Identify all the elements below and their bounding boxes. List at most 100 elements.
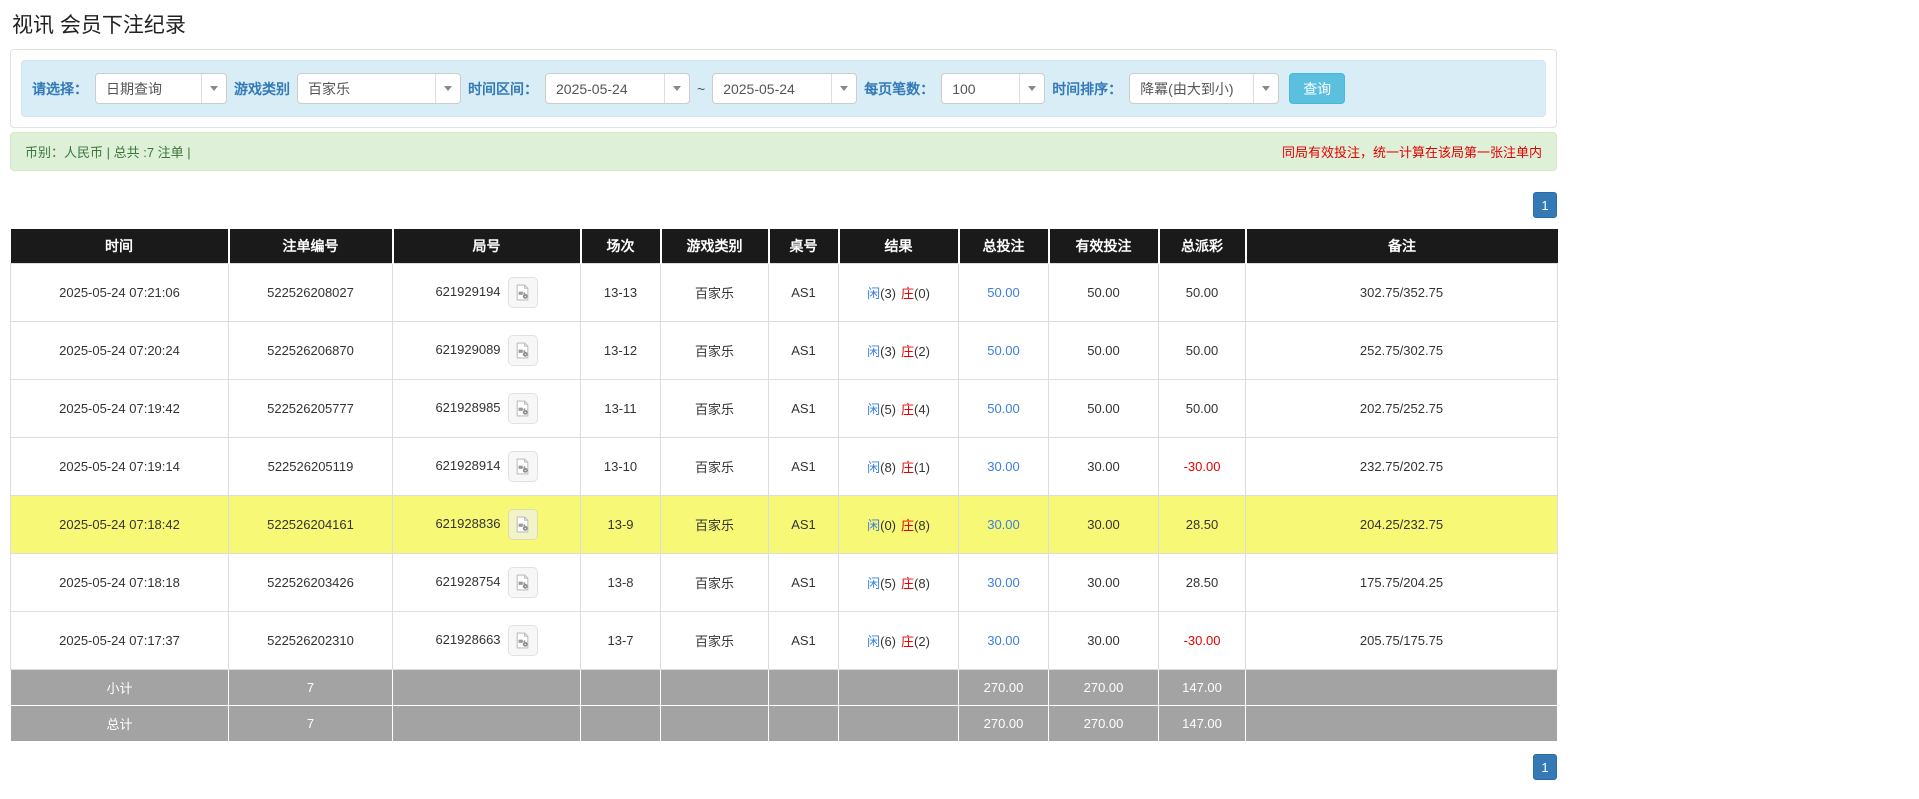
cell-session: 13-13: [580, 263, 661, 322]
search-button[interactable]: 查询: [1289, 73, 1346, 104]
time-sort-select[interactable]: 降冪(由大到小): [1129, 73, 1280, 104]
cell-valid-bet: 50.00: [1048, 321, 1159, 380]
game-type-select[interactable]: 百家乐: [297, 73, 461, 104]
cell-session: 13-7: [580, 611, 661, 670]
grand-total-total-bet: 270.00: [958, 705, 1049, 742]
table-row: 2025-05-24 07:19:42 522526205777 6219289…: [10, 379, 1558, 438]
subtotal-row: 小计 7 270.00 270.00 147.00: [10, 669, 1558, 706]
date-from-select[interactable]: 2025-05-24: [545, 73, 690, 104]
cell-total-bet[interactable]: 30.00: [958, 611, 1049, 670]
cell-payout: -30.00: [1158, 611, 1246, 670]
col-header-total-bet: 总投注: [958, 229, 1050, 264]
result-player-count: (5): [880, 402, 896, 417]
result-player-label: 闲: [867, 576, 881, 591]
cell-game: 百家乐: [660, 437, 769, 496]
table-row: 2025-05-24 07:18:42 522526204161 6219288…: [10, 495, 1558, 554]
result-player-count: (5): [880, 576, 896, 591]
cell-time: 2025-05-24 07:20:24: [10, 321, 229, 380]
cell-round-no: 621928663: [392, 611, 581, 670]
result-banker-count: (4): [914, 402, 930, 417]
cell-remark: 232.75/202.75: [1245, 437, 1558, 496]
cell-result: 闲(5) 庄(8): [838, 553, 959, 612]
cell-time: 2025-05-24 07:18:18: [10, 553, 229, 612]
grand-total-label: 总计: [10, 705, 229, 742]
video-replay-icon[interactable]: [507, 625, 538, 656]
pagination-bottom: 1: [10, 754, 1557, 780]
cell-valid-bet: 30.00: [1048, 437, 1159, 496]
video-replay-icon[interactable]: [507, 277, 538, 308]
cell-total-bet[interactable]: 30.00: [958, 495, 1049, 554]
round-no-text: 621928985: [435, 399, 501, 415]
cell-bet-no: 522526205777: [228, 379, 393, 438]
result-player-count: (3): [880, 344, 896, 359]
result-banker-count: (2): [914, 344, 930, 359]
col-header-session: 场次: [580, 229, 662, 264]
page-1-button[interactable]: 1: [1533, 192, 1557, 218]
page-size-select[interactable]: 100: [941, 73, 1046, 104]
video-replay-icon[interactable]: [507, 509, 538, 540]
round-no-text: 621928836: [435, 515, 501, 531]
result-banker-count: (2): [914, 634, 930, 649]
cell-table-no: AS1: [768, 321, 839, 380]
cell-time: 2025-05-24 07:17:37: [10, 611, 229, 670]
cell-round-no: 621929089: [392, 321, 581, 380]
cell-bet-no: 522526205119: [228, 437, 393, 496]
col-header-bet-no: 注单编号: [228, 229, 394, 264]
chevron-down-icon: [201, 74, 226, 103]
date-from-value: 2025-05-24: [556, 80, 628, 97]
cell-table-no: AS1: [768, 379, 839, 438]
chevron-down-icon: [1253, 74, 1278, 103]
subtotal-total-bet: 270.00: [958, 669, 1049, 706]
cell-result: 闲(5) 庄(4): [838, 379, 959, 438]
note-text: 同局有效投注，统一计算在该局第一张注单内: [1281, 145, 1542, 160]
cell-remark: 202.75/252.75: [1245, 379, 1558, 438]
date-to-select[interactable]: 2025-05-24: [712, 73, 858, 104]
grand-total-row: 总计 7 270.00 270.00 147.00: [10, 705, 1558, 742]
table-row: 2025-05-24 07:17:37 522526202310 6219286…: [10, 611, 1558, 670]
result-player-label: 闲: [867, 518, 881, 533]
cell-session: 13-11: [580, 379, 661, 438]
chevron-down-icon: [664, 74, 689, 103]
cell-total-bet[interactable]: 30.00: [958, 437, 1049, 496]
cell-game: 百家乐: [660, 611, 769, 670]
cell-time: 2025-05-24 07:19:42: [10, 379, 229, 438]
time-range-label: 时间区间：: [468, 80, 538, 97]
table-row: 2025-05-24 07:21:06 522526208027 6219291…: [10, 263, 1558, 322]
cell-remark: 205.75/175.75: [1245, 611, 1558, 670]
result-player-label: 闲: [867, 402, 881, 417]
result-banker-count: (1): [914, 460, 930, 475]
cell-total-bet[interactable]: 30.00: [958, 553, 1049, 612]
cell-time: 2025-05-24 07:18:42: [10, 495, 229, 554]
currency-summary-text: 币别：人民币 | 总共 :7 注单 |: [25, 145, 191, 160]
result-player-label: 闲: [867, 460, 881, 475]
game-type-value: 百家乐: [308, 80, 350, 97]
result-banker-count: (8): [914, 518, 930, 533]
page-title: 视讯 会员下注纪录: [12, 14, 186, 37]
cell-total-bet[interactable]: 50.00: [958, 263, 1049, 322]
cell-game: 百家乐: [660, 263, 769, 322]
result-player-label: 闲: [867, 634, 881, 649]
cell-session: 13-12: [580, 321, 661, 380]
result-banker-label: 庄: [901, 402, 915, 417]
cell-bet-no: 522526208027: [228, 263, 393, 322]
page-size-label: 每页笔数：: [864, 80, 935, 97]
cell-session: 13-9: [580, 495, 661, 554]
filter-panel: 请选择： 日期查询 游戏类别 百家乐 时间区间： 2025-05-24 ~ 20…: [10, 49, 1557, 128]
result-banker-count: (8): [914, 576, 930, 591]
video-replay-icon[interactable]: [507, 567, 538, 598]
video-replay-icon[interactable]: [507, 451, 538, 482]
video-replay-icon[interactable]: [507, 335, 538, 366]
cell-game: 百家乐: [660, 553, 769, 612]
query-type-select[interactable]: 日期查询: [95, 73, 227, 104]
result-banker-label: 庄: [901, 344, 915, 359]
page-1-button[interactable]: 1: [1533, 754, 1557, 780]
video-replay-icon[interactable]: [507, 393, 538, 424]
round-no-text: 621928754: [435, 573, 501, 589]
cell-total-bet[interactable]: 50.00: [958, 321, 1049, 380]
table-footer: 小计 7 270.00 270.00 147.00 总计 7 270.00 27…: [10, 669, 1558, 742]
cell-payout: -30.00: [1158, 437, 1246, 496]
cell-total-bet[interactable]: 50.00: [958, 379, 1049, 438]
cell-round-no: 621928985: [392, 379, 581, 438]
cell-remark: 302.75/352.75: [1245, 263, 1558, 322]
grand-total-payout: 147.00: [1158, 705, 1246, 742]
